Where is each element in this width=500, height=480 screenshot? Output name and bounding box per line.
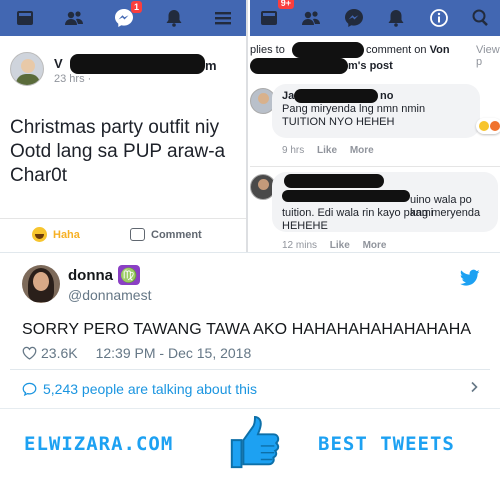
comment-bubble: Ja no Pang miryenda lng nmn nmin TUITION…	[272, 84, 480, 138]
search-icon[interactable]	[470, 7, 492, 29]
messenger-badge: 1	[130, 1, 142, 13]
view-post-link[interactable]: View p	[476, 44, 500, 68]
comment-text: Pang miryenda lng nmn nmin TUITION NYO H…	[282, 103, 426, 128]
tweet-author-avatar[interactable]	[22, 265, 60, 303]
name-redaction	[282, 190, 410, 202]
friend-requests-icon[interactable]	[300, 7, 322, 29]
more-link[interactable]: More	[350, 145, 374, 156]
comment-label: Comment	[151, 228, 202, 241]
poster-name-end: m	[205, 58, 217, 73]
notifications-bell-icon[interactable]	[163, 7, 185, 29]
twitter-bird-icon[interactable]	[460, 269, 480, 287]
news-feed-icon[interactable]: 9+	[258, 0, 294, 29]
messenger-icon[interactable]	[343, 7, 365, 29]
tweet-author-name[interactable]: donna	[68, 267, 113, 284]
reply-prefix: plies to	[250, 44, 285, 56]
speech-bubble-icon	[22, 382, 37, 396]
poster-avatar[interactable]	[10, 52, 44, 86]
site-brand-left: ELWIZARA.COM	[24, 433, 174, 455]
post-suffix: m's post	[348, 60, 393, 72]
comment-bubble: uino wala po kami tuition. Edi wala rin …	[272, 172, 498, 232]
tweet-timestamp[interactable]: 12:39 PM - Dec 15, 2018	[96, 345, 252, 361]
name-redaction	[70, 54, 205, 74]
talking-about-link[interactable]: 5,243 people are talking about this	[22, 381, 257, 397]
notification-count-badge: 9+	[277, 0, 294, 9]
comment-button[interactable]: Comment	[130, 228, 202, 241]
post-actions: Haha Comment	[0, 218, 246, 250]
facebook-comments-screenshot: 9+ plies to comment on Von View p m's po…	[250, 0, 500, 252]
haha-reaction-button[interactable]: Haha	[32, 227, 80, 242]
name-redaction	[294, 89, 378, 103]
tweet-author-handle[interactable]: @donnamest	[68, 287, 151, 303]
poster-name[interactable]: V	[54, 56, 63, 71]
divider	[250, 166, 500, 167]
notifications-bell-icon[interactable]	[385, 7, 407, 29]
menu-icon[interactable]	[212, 7, 234, 29]
tweet-card: donna ♍ @donnamest SORRY PERO TAWANG TAW…	[0, 252, 500, 408]
thumbs-up-icon	[230, 415, 280, 469]
tweet-divider	[10, 369, 490, 370]
von-name[interactable]: Von	[430, 44, 450, 56]
comment-meta: 9 hrs Like More	[282, 145, 374, 156]
comment-on-label: comment on	[366, 44, 427, 56]
post-timestamp[interactable]: 23 hrs ·	[54, 73, 91, 85]
news-feed-icon[interactable]	[14, 7, 36, 29]
commenter-name-end: no	[380, 90, 394, 102]
facebook-top-bar-right: 9+	[250, 0, 500, 36]
chevron-right-icon[interactable]	[468, 381, 480, 393]
facebook-post-screenshot: 1 V m 23 hrs · Christmas party outfit ni…	[0, 0, 248, 252]
facebook-top-bar: 1	[0, 0, 246, 36]
like-count[interactable]: 23.6K	[41, 345, 78, 361]
comment-meta: 12 mins Like More	[282, 240, 387, 251]
commenter-name[interactable]: Ja	[282, 90, 294, 102]
post-header: V m 23 hrs ·	[10, 52, 242, 92]
tweet-text: SORRY PERO TAWANG TAWA AKO HAHAHAHAHAHAH…	[22, 321, 472, 338]
haha-emoji-icon	[32, 227, 47, 242]
like-link[interactable]: Like	[330, 240, 350, 251]
info-icon[interactable]	[428, 7, 450, 29]
screenshot-collage: 1 V m 23 hrs · Christmas party outfit ni…	[0, 0, 500, 252]
comment-reactions[interactable]	[476, 118, 500, 134]
comment-time: 12 mins	[282, 240, 318, 251]
talking-about-text: 5,243 people are talking about this	[43, 381, 258, 397]
name-redaction	[284, 174, 384, 188]
heart-icon[interactable]	[22, 346, 37, 360]
comment-icon	[130, 228, 145, 241]
name-redaction	[250, 58, 348, 74]
virgo-emoji-icon: ♍	[118, 265, 140, 285]
post-text: Christmas party outfit niy Ootd lang sa …	[10, 117, 226, 186]
footer-branding: ELWIZARA.COM BEST TWEETS	[0, 408, 500, 480]
name-redaction	[292, 42, 364, 58]
more-link[interactable]: More	[363, 240, 387, 251]
like-link[interactable]: Like	[317, 145, 337, 156]
comment-on-text: comment on Von	[366, 44, 450, 56]
comment-text-line1: uino wala po kami	[410, 194, 472, 219]
tweet-meta: 23.6K 12:39 PM - Dec 15, 2018	[22, 345, 251, 361]
site-brand-right: BEST TWEETS	[318, 433, 455, 455]
reply-header: plies to comment on Von View p m's post	[250, 40, 500, 76]
messenger-icon[interactable]: 1	[113, 1, 142, 29]
friend-requests-icon[interactable]	[63, 7, 85, 29]
comment-time: 9 hrs	[282, 145, 305, 156]
haha-label: Haha	[53, 228, 80, 241]
